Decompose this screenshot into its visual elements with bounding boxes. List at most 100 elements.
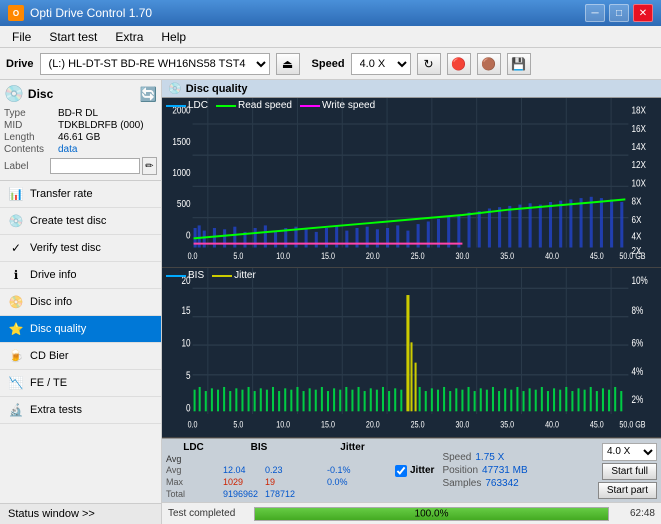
svg-text:10.0: 10.0 [276,418,290,429]
position-value: 47731 MB [482,465,528,476]
svg-text:30.0: 30.0 [455,251,469,261]
disc-info-label: Disc info [30,296,72,308]
svg-text:40.0: 40.0 [545,418,559,429]
ldc-legend-label: LDC [188,100,208,111]
start-part-button[interactable]: Start part [598,482,657,499]
max-bis: 19 [265,477,325,487]
speed-select[interactable]: 4.0 X [351,53,411,75]
disc-mid-value: TDKBLDRFB (000) [58,120,144,131]
verify-disc-icon: ✓ [8,240,24,256]
main-content: 💿 Disc quality LDC Read speed [162,80,661,524]
progress-time: 62:48 [615,508,655,519]
svg-text:0.0: 0.0 [188,251,198,261]
disc-panel: 💿 Disc 🔄 Type BD-R DL MID TDKBLDRFB (000… [0,80,161,181]
sidebar-item-disc-quality[interactable]: ⭐ Disc quality [0,316,161,343]
svg-text:5.0: 5.0 [233,251,243,261]
disc-length-value: 46.61 GB [58,132,100,143]
progress-bar: 100.0% [254,507,609,521]
cd-bier-label: CD Bier [30,350,69,362]
svg-text:45.0: 45.0 [590,418,604,429]
settings-button1[interactable]: 🔴 [447,53,471,75]
sidebar-item-extra-tests[interactable]: 🔬 Extra tests [0,397,161,424]
sidebar-item-cd-bier[interactable]: 🍺 CD Bier [0,343,161,370]
sidebar-item-fe-te[interactable]: 📉 FE / TE [0,370,161,397]
menu-file[interactable]: File [4,28,39,46]
speed-label-stat: Speed [442,452,471,463]
read-speed-legend-label: Read speed [238,100,292,111]
disc-contents-row: Contents data [4,144,157,155]
close-button[interactable]: ✕ [633,4,653,22]
status-window-label: Status window >> [8,508,95,520]
settings-button2[interactable]: 🟤 [477,53,501,75]
total-ldc: 9196962 [223,489,263,499]
disc-icon: 💿 [4,84,24,104]
svg-text:14X: 14X [631,141,646,152]
bis-chart-svg: 20 15 10 5 0 10% 8% 6% 4% 2% [162,268,661,437]
disc-label-row: Label ✏ [4,157,157,175]
drive-label: Drive [6,58,34,70]
sidebar-item-verify-test-disc[interactable]: ✓ Verify test disc [0,235,161,262]
svg-text:25.0: 25.0 [411,418,425,429]
svg-text:15.0: 15.0 [321,251,335,261]
disc-type-value: BD-R DL [58,108,98,119]
disc-info-icon: 📀 [8,294,24,310]
refresh-button[interactable]: ↻ [417,53,441,75]
jitter-legend-color [212,275,232,277]
start-full-button[interactable]: Start full [602,463,657,480]
sidebar-item-disc-info[interactable]: 📀 Disc info [0,289,161,316]
svg-text:18X: 18X [631,105,646,116]
disc-label-input[interactable] [50,158,140,174]
save-button[interactable]: 💾 [507,53,531,75]
drive-select[interactable]: (L:) HL-DT-ST BD-RE WH16NS58 TST4 [40,53,270,75]
svg-text:10: 10 [181,337,190,349]
menu-extra[interactable]: Extra [107,28,151,46]
menu-help[interactable]: Help [153,28,194,46]
stats-bar: LDC BIS Jitter Avg Avg 12.04 0.23 [162,438,661,502]
eject-button[interactable]: ⏏ [276,53,300,75]
svg-text:15.0: 15.0 [321,418,335,429]
status-window-button[interactable]: Status window >> [0,503,161,524]
disc-change-icon[interactable]: 🔄 [140,86,157,103]
sidebar: 💿 Disc 🔄 Type BD-R DL MID TDKBLDRFB (000… [0,80,162,524]
write-speed-legend-color [300,105,320,107]
menu-start-test[interactable]: Start test [41,28,105,46]
transfer-rate-icon: 📊 [8,186,24,202]
sidebar-item-drive-info[interactable]: ℹ Drive info [0,262,161,289]
svg-text:8%: 8% [631,305,643,317]
svg-text:35.0: 35.0 [500,251,514,261]
test-speed-select[interactable]: 4.0 X [602,443,657,461]
samples-label: Samples [442,478,481,489]
disc-label-btn[interactable]: ✏ [142,157,157,175]
main-layout: 💿 Disc 🔄 Type BD-R DL MID TDKBLDRFB (000… [0,80,661,524]
disc-quality-header: 💿 Disc quality [162,80,661,98]
bis-legend-label: BIS [188,270,204,281]
sidebar-item-transfer-rate[interactable]: 📊 Transfer rate [0,181,161,208]
svg-text:500: 500 [177,198,191,209]
svg-text:50.0 GB: 50.0 GB [619,418,645,429]
svg-text:16X: 16X [631,123,646,134]
bis-header: BIS [239,442,279,453]
title-bar: O Opti Drive Control 1.70 ─ □ ✕ [0,0,661,26]
ldc-legend-color [166,105,186,107]
svg-text:5: 5 [186,370,191,382]
svg-text:10%: 10% [631,275,648,287]
create-disc-label: Create test disc [30,215,106,227]
jitter-header: Jitter [325,442,380,453]
app-title: Opti Drive Control 1.70 [30,6,152,20]
svg-text:8X: 8X [631,196,642,207]
sidebar-item-create-test-disc[interactable]: 💿 Create test disc [0,208,161,235]
disc-contents-value: data [58,144,77,155]
minimize-button[interactable]: ─ [585,4,605,22]
stats-table: LDC BIS Jitter Avg Avg 12.04 0.23 [166,442,387,499]
svg-text:35.0: 35.0 [500,418,514,429]
disc-quality-icon: ⭐ [8,321,24,337]
disc-mid-row: MID TDKBLDRFB (000) [4,120,157,131]
maximize-button[interactable]: □ [609,4,629,22]
jitter-checkbox[interactable] [395,465,407,477]
disc-contents-label: Contents [4,144,56,155]
disc-quality-header-icon: 💿 [168,82,182,95]
svg-text:4X: 4X [631,231,642,242]
bis-chart: BIS Jitter [162,268,661,438]
svg-text:20.0: 20.0 [366,418,380,429]
svg-text:12X: 12X [631,159,646,170]
